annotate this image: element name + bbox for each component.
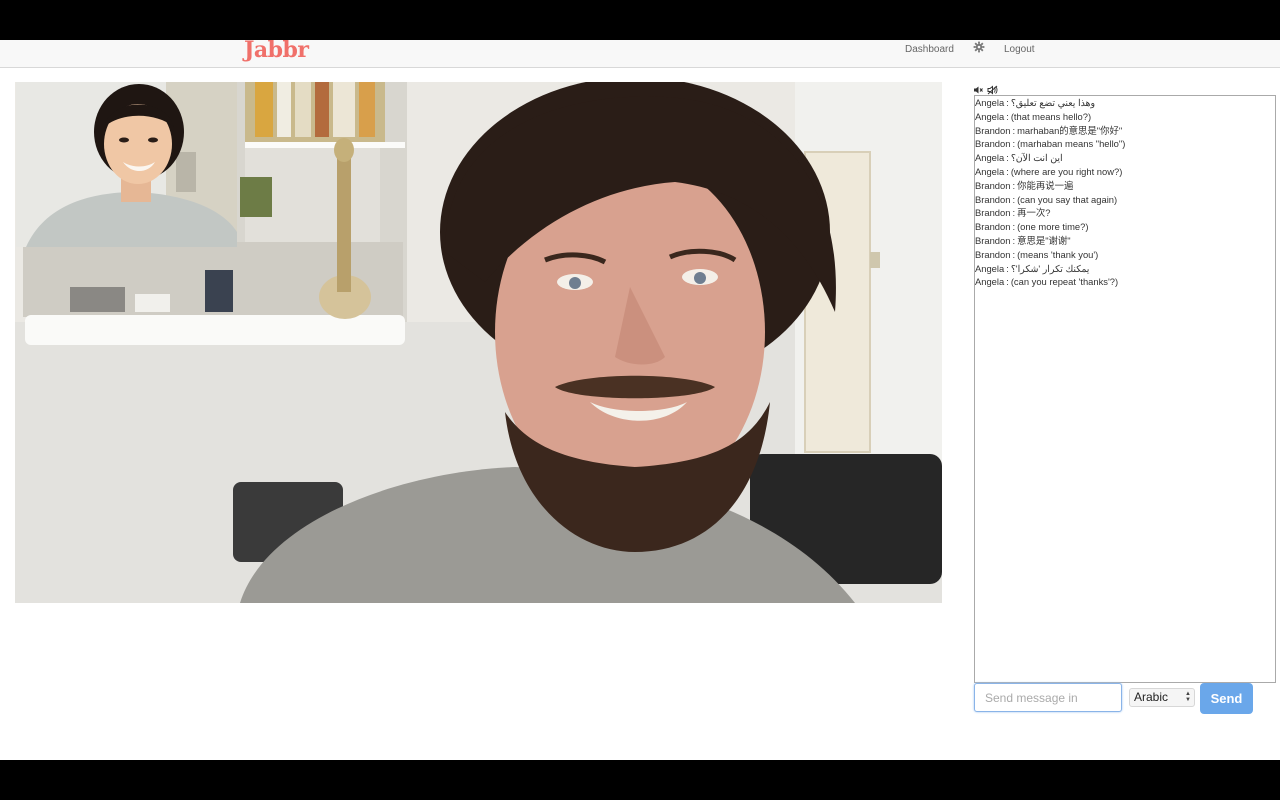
- chat-message: Angela: (that means hello?): [975, 110, 1275, 124]
- message-text: 意思是"谢谢": [1017, 234, 1071, 246]
- message-sender: Brandon: [975, 234, 1011, 246]
- message-sender: Brandon: [975, 221, 1011, 233]
- message-text: (can you say that again): [1017, 193, 1118, 205]
- language-select-value: Arabic: [1134, 690, 1169, 704]
- chat-message: Brandon: (can you say that again): [975, 193, 1275, 207]
- chat-log[interactable]: Angela: وهذا يعني تضع تعليق؟ Angela: (that…: [974, 95, 1276, 683]
- message-text: (where are you right now?): [1010, 165, 1123, 177]
- send-button[interactable]: Send: [1200, 683, 1253, 714]
- chat-message: Brandon: 再一次?: [975, 206, 1275, 220]
- message-sender: Brandon: [975, 179, 1011, 191]
- message-sender: Brandon: [975, 207, 1011, 219]
- message-sender: Brandon: [975, 193, 1011, 205]
- message-separator: :: [1006, 165, 1009, 177]
- chat-message: Angela: وهذا يعني تضع تعليق؟: [975, 96, 1275, 110]
- brand-logo[interactable]: Jabbr: [244, 40, 309, 63]
- message-text: وهذا يعني تضع تعليق؟: [1010, 97, 1095, 108]
- navbar: Jabbr Dashboard Logout: [0, 40, 1280, 68]
- message-text: يمكنك تكرار 'شكرا'؟: [1010, 262, 1090, 274]
- chat-message: Angela: اين انت الآن؟: [975, 151, 1275, 165]
- nav-logout-link[interactable]: Logout: [1004, 44, 1035, 55]
- message-separator: :: [1006, 152, 1009, 164]
- message-separator: :: [1006, 97, 1009, 108]
- chat-message: Brandon: (one more time?): [975, 220, 1275, 234]
- message-sender: Angela: [975, 152, 1005, 164]
- message-separator: :: [1006, 276, 1009, 288]
- message-text: marhaban的意思是"你好": [1017, 124, 1123, 136]
- message-sender: Brandon: [975, 248, 1011, 260]
- message-text: (that means hello?): [1010, 110, 1092, 122]
- gear-icon[interactable]: [973, 40, 985, 53]
- chat-message: Angela: يمكنك تكرار 'شكرا'؟: [975, 262, 1275, 276]
- chat-message: Brandon: 意思是"谢谢": [975, 234, 1275, 248]
- message-text: (one more time?): [1017, 221, 1089, 233]
- message-separator: :: [1006, 262, 1009, 274]
- chat-message: Angela: (where are you right now?): [975, 165, 1275, 179]
- message-text: 再一次?: [1017, 207, 1051, 219]
- message-sender: Angela: [975, 97, 1005, 108]
- chat-message: Angela: (can you repeat 'thanks'?): [975, 275, 1275, 289]
- chat-message: Brandon: marhaban的意思是"你好": [975, 124, 1275, 138]
- message-text: (means 'thank you'): [1017, 248, 1099, 260]
- message-text: اين انت الآن؟: [1010, 152, 1063, 164]
- message-sender: Angela: [975, 165, 1005, 177]
- message-text: (can you repeat 'thanks'?): [1010, 276, 1119, 288]
- chat-message: Brandon: (means 'thank you'): [975, 248, 1275, 262]
- language-select[interactable]: Arabic ▲ ▼: [1129, 688, 1195, 707]
- message-text: 你能再说一遍: [1017, 179, 1074, 191]
- message-text: (marhaban means "hello"): [1017, 138, 1126, 150]
- page: Jabbr Dashboard Logout Angela: وهذا يعن…: [0, 40, 1280, 760]
- local-video-preview: [16, 82, 237, 247]
- message-input[interactable]: [974, 683, 1122, 712]
- media-controls: [973, 82, 998, 95]
- message-sender: Brandon: [975, 124, 1011, 136]
- select-arrows-icon: ▲ ▼: [1185, 691, 1191, 703]
- chat-message: Brandon: (marhaban means "hello"): [975, 137, 1275, 151]
- message-sender: Brandon: [975, 138, 1011, 150]
- message-sender: Angela: [975, 276, 1005, 288]
- message-separator: :: [1006, 110, 1009, 122]
- chat-message: Brandon: 你能再说一遍: [975, 179, 1275, 193]
- message-sender: Angela: [975, 110, 1005, 122]
- message-sender: Angela: [975, 262, 1005, 274]
- nav-dashboard-link[interactable]: Dashboard: [905, 44, 954, 55]
